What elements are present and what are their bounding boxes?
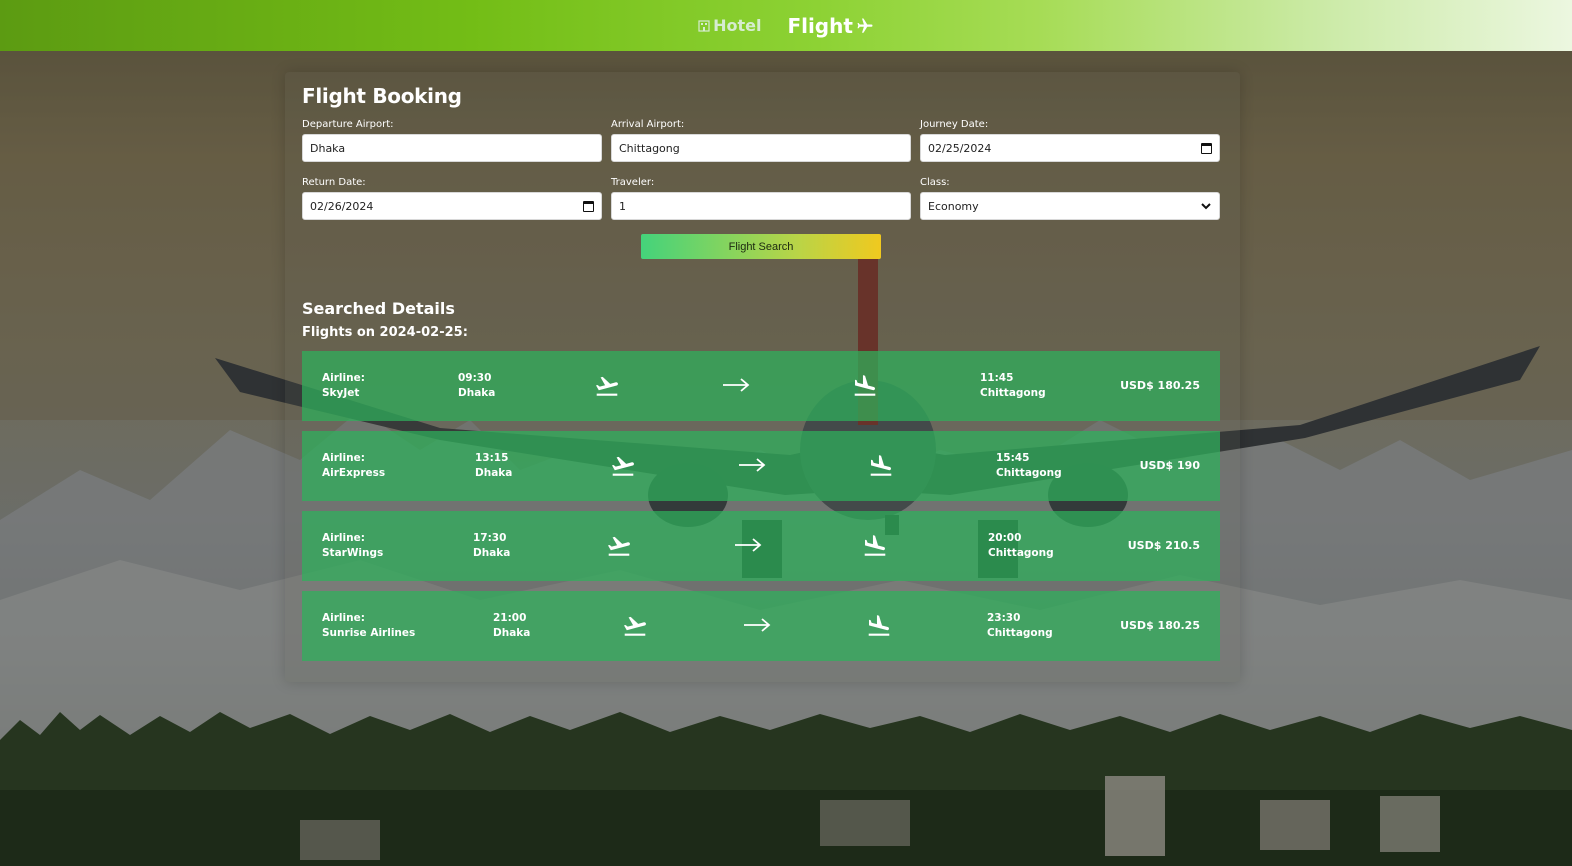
departure-cell: 17:30 Dhaka (473, 531, 510, 561)
airline-cell: Airline: AirExpress (322, 451, 385, 481)
airline-name: SkyJet (322, 387, 360, 399)
landing-icon (870, 455, 892, 476)
arrival-field: Arrival Airport: Chittagong (611, 119, 911, 162)
traveler-value: 1 (619, 199, 626, 213)
top-nav: Hotel Flight (0, 0, 1572, 51)
class-select[interactable]: Economy (920, 192, 1220, 220)
calendar-icon[interactable] (583, 200, 594, 212)
arrival-cell: 15:45 Chittagong (996, 451, 1062, 481)
flight-price: USD$ 190 (1139, 459, 1200, 472)
takeoff-icon (595, 376, 618, 396)
traveler-field: Traveler: 1 (611, 177, 911, 220)
flight-card[interactable]: Airline: Sunrise Airlines 21:00 Dhaka 23… (302, 591, 1220, 661)
flight-card[interactable]: Airline: SkyJet 09:30 Dhaka 11:45 Chitta… (302, 351, 1220, 421)
flight-price: USD$ 210.5 (1127, 539, 1200, 552)
departure-time: 17:30 (473, 532, 507, 544)
arrival-city: Chittagong (996, 467, 1062, 479)
departure-time: 21:00 (493, 612, 527, 624)
arrow-right-icon (744, 618, 771, 632)
takeoff-icon (611, 456, 634, 476)
departure-city: Dhaka (493, 627, 531, 639)
class-field: Class: Economy (920, 177, 1220, 220)
airline-label: Airline: (322, 612, 365, 624)
return-date-field: Return Date: 02/26/2024 (302, 177, 602, 220)
journey-date-input[interactable]: 02/25/2024 (920, 134, 1220, 162)
hotel-building-icon (698, 19, 710, 32)
arrival-time: 23:30 (987, 612, 1021, 624)
landing-icon (864, 535, 886, 556)
landing-icon (854, 375, 876, 396)
airline-cell: Airline: Sunrise Airlines (322, 611, 415, 641)
airline-name: AirExpress (322, 467, 386, 479)
flight-search-button[interactable]: Flight Search (641, 234, 881, 259)
arrival-cell: 11:45 Chittagong (980, 371, 1046, 401)
departure-time: 09:30 (458, 372, 492, 384)
landing-icon (868, 615, 890, 636)
arrival-city: Chittagong (980, 387, 1046, 399)
arrow-right-icon (735, 538, 762, 552)
departure-field: Departure Airport: Dhaka (302, 119, 602, 162)
calendar-icon[interactable] (1201, 142, 1212, 154)
journey-date-field: Journey Date: 02/25/2024 (920, 119, 1220, 162)
traveler-input[interactable]: 1 (611, 192, 911, 220)
arrival-city: Chittagong (988, 547, 1054, 559)
arrival-time: 20:00 (988, 532, 1022, 544)
airline-label: Airline: (322, 452, 365, 464)
flight-price: USD$ 180.25 (1120, 619, 1200, 632)
departure-cell: 09:30 Dhaka (458, 371, 495, 401)
departure-value: Dhaka (310, 141, 346, 155)
chevron-down-icon (1201, 203, 1211, 210)
airplane-icon (857, 18, 873, 33)
departure-time: 13:15 (475, 452, 509, 464)
arrival-label: Arrival Airport: (611, 119, 685, 130)
flight-price: USD$ 180.25 (1120, 379, 1200, 392)
departure-label: Departure Airport: (302, 119, 394, 130)
departure-input[interactable]: Dhaka (302, 134, 602, 162)
results-title: Searched Details (302, 299, 455, 318)
airline-cell: Airline: StarWings (322, 531, 383, 561)
arrival-city: Chittagong (987, 627, 1053, 639)
arrow-right-icon (739, 458, 766, 472)
airline-name: Sunrise Airlines (322, 627, 416, 639)
traveler-label: Traveler: (611, 177, 655, 188)
airline-label: Airline: (322, 372, 365, 384)
arrow-right-icon (723, 378, 750, 392)
return-date-label: Return Date: (302, 177, 366, 188)
journey-date-value: 02/25/2024 (928, 141, 992, 155)
nav-hotel-label: Hotel (713, 16, 762, 35)
departure-city: Dhaka (473, 547, 511, 559)
arrival-time: 15:45 (996, 452, 1030, 464)
arrival-value: Chittagong (619, 141, 680, 155)
arrival-input[interactable]: Chittagong (611, 134, 911, 162)
flight-card[interactable]: Airline: StarWings 17:30 Dhaka 20:00 Chi… (302, 511, 1220, 581)
nav-flight-link[interactable]: Flight (787, 14, 874, 38)
departure-city: Dhaka (475, 467, 513, 479)
class-label: Class: (920, 177, 950, 188)
airline-name: StarWings (322, 547, 384, 559)
journey-date-label: Journey Date: (920, 119, 989, 130)
return-date-value: 02/26/2024 (310, 199, 374, 213)
arrival-time: 11:45 (980, 372, 1014, 384)
class-value: Economy (928, 199, 979, 213)
arrival-cell: 23:30 Chittagong (987, 611, 1053, 641)
departure-city: Dhaka (458, 387, 496, 399)
airline-label: Airline: (322, 532, 365, 544)
airline-cell: Airline: SkyJet (322, 371, 365, 401)
departure-cell: 21:00 Dhaka (493, 611, 530, 641)
page-title: Flight Booking (302, 84, 462, 108)
takeoff-icon (623, 616, 646, 636)
nav-hotel-link[interactable]: Hotel (698, 16, 761, 35)
arrival-cell: 20:00 Chittagong (988, 531, 1054, 561)
return-date-input[interactable]: 02/26/2024 (302, 192, 602, 220)
results-subtitle: Flights on 2024-02-25: (302, 325, 468, 340)
takeoff-icon (607, 536, 630, 556)
nav-flight-label: Flight (787, 13, 853, 38)
departure-cell: 13:15 Dhaka (475, 451, 512, 481)
flight-card[interactable]: Airline: AirExpress 13:15 Dhaka 15:45 Ch… (302, 431, 1220, 501)
